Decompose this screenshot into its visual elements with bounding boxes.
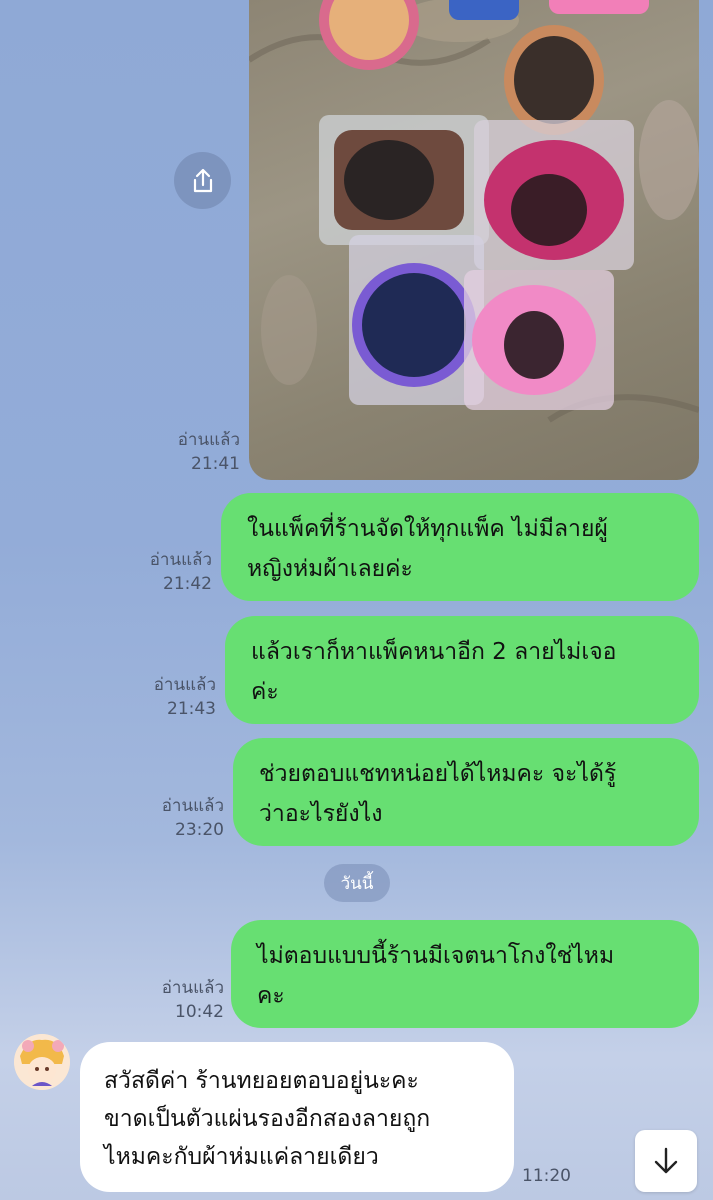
message-line: หญิงห่มผ้าเลยค่ะ xyxy=(247,556,413,582)
read-status: อ่านแล้ว xyxy=(161,796,224,816)
timestamp: 21:41 xyxy=(191,454,240,474)
timestamp: 21:43 xyxy=(167,699,216,719)
read-status: อ่านแล้ว xyxy=(177,430,240,450)
message-meta: อ่านแล้ว 10:42 xyxy=(132,976,224,1024)
date-separator: วันนี้ xyxy=(324,864,390,902)
outgoing-message-bubble[interactable]: ไม่ตอบแบบนี้ร้านมีเจตนาโกงใช่ไหม คะ xyxy=(231,920,699,1028)
outgoing-message-bubble[interactable]: ในแพ็คที่ร้านจัดให้ทุกแพ็ค ไม่มีลายผู้ ห… xyxy=(221,493,699,601)
message-line: สวัสดีค่า ร้านทยอยตอบอยู่นะคะ xyxy=(104,1068,419,1094)
share-icon xyxy=(193,168,212,192)
sticker-photo xyxy=(249,0,699,423)
message-meta: อ่านแล้ว 21:43 xyxy=(124,673,216,721)
timestamp: 23:20 xyxy=(175,820,224,840)
avatar-icon xyxy=(14,1034,70,1090)
message-line: ในแพ็คที่ร้านจัดให้ทุกแพ็ค ไม่มีลายผู้ xyxy=(247,516,608,542)
read-status: อ่านแล้ว xyxy=(149,550,212,570)
message-line: คะ xyxy=(257,983,285,1009)
message-meta: อ่านแล้ว 21:42 xyxy=(120,548,212,596)
message-line: ช่วยตอบแชทหน่อยได้ไหมคะ จะได้รู้ xyxy=(259,761,617,787)
avatar[interactable] xyxy=(14,1034,70,1090)
timestamp: 10:42 xyxy=(175,1002,224,1022)
message-line: ไหมคะกับผ้าห่มแค่ลายเดียว xyxy=(104,1144,379,1170)
read-status: อ่านแล้ว xyxy=(161,978,224,998)
photo-message[interactable] xyxy=(249,0,699,480)
outgoing-message-bubble[interactable]: ช่วยตอบแชทหน่อยได้ไหมคะ จะได้รู้ ว่าอะไร… xyxy=(233,738,699,846)
message-line: แล้วเราก็หาแพ็คหนาอีก 2 ลายไม่เจอ xyxy=(251,639,617,665)
scroll-to-bottom-button[interactable] xyxy=(635,1130,697,1192)
timestamp: 21:42 xyxy=(163,574,212,594)
message-meta: อ่านแล้ว 23:20 xyxy=(132,794,224,842)
read-status: อ่านแล้ว xyxy=(153,675,216,695)
message-line: ขาดเป็นตัวแผ่นรองอีกสองลายถูก xyxy=(104,1106,431,1132)
message-line: ว่าอะไรยังไง xyxy=(259,801,383,827)
message-line: ไม่ตอบแบบนี้ร้านมีเจตนาโกงใช่ไหม xyxy=(257,943,615,969)
incoming-message-bubble[interactable]: สวัสดีค่า ร้านทยอยตอบอยู่นะคะ ขาดเป็นตัว… xyxy=(80,1042,514,1192)
outgoing-message-bubble[interactable]: แล้วเราก็หาแพ็คหนาอีก 2 ลายไม่เจอ ค่ะ xyxy=(225,616,699,724)
photo-meta: อ่านแล้ว 21:41 xyxy=(150,428,240,476)
message-line: ค่ะ xyxy=(251,679,279,705)
timestamp: 11:20 xyxy=(522,1166,571,1186)
share-button[interactable] xyxy=(174,152,231,209)
arrow-down-icon xyxy=(654,1147,678,1174)
